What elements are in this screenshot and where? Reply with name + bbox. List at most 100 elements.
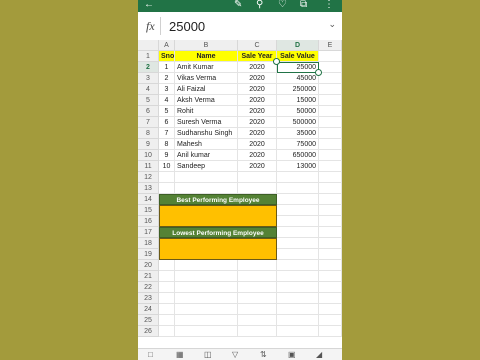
cell[interactable] bbox=[175, 271, 238, 282]
row-header[interactable]: 6 bbox=[138, 106, 159, 117]
table-header-cell[interactable]: Sale Value bbox=[277, 51, 319, 62]
keyboard-icon[interactable]: ▦ bbox=[176, 350, 184, 360]
table-cell[interactable]: Amit Kumar bbox=[175, 62, 238, 73]
filter-icon[interactable]: ▽ bbox=[232, 350, 238, 360]
cell[interactable] bbox=[277, 249, 319, 260]
cell[interactable] bbox=[238, 172, 277, 183]
table-cell[interactable]: 75000 bbox=[277, 139, 319, 150]
cell[interactable] bbox=[159, 293, 175, 304]
cell[interactable] bbox=[319, 293, 342, 304]
more-options-icon[interactable]: ◢ bbox=[316, 350, 322, 360]
table-cell[interactable]: Mahesh bbox=[175, 139, 238, 150]
cell[interactable] bbox=[159, 172, 175, 183]
lowest-performing-result[interactable] bbox=[159, 238, 277, 260]
table-cell[interactable]: Ali Faizal bbox=[175, 84, 238, 95]
column-header[interactable]: A bbox=[159, 40, 175, 51]
table-cell[interactable]: Rohit bbox=[175, 106, 238, 117]
cell[interactable] bbox=[277, 304, 319, 315]
cell[interactable] bbox=[175, 293, 238, 304]
column-header[interactable]: E bbox=[319, 40, 342, 51]
cell[interactable] bbox=[319, 194, 342, 205]
lightbulb-icon[interactable]: ♡ bbox=[278, 0, 287, 12]
table-cell[interactable]: 6 bbox=[159, 117, 175, 128]
cell[interactable] bbox=[277, 205, 319, 216]
cell[interactable] bbox=[277, 216, 319, 227]
cell[interactable] bbox=[319, 238, 342, 249]
table-cell[interactable]: Suresh Verma bbox=[175, 117, 238, 128]
column-header[interactable]: B bbox=[175, 40, 238, 51]
cell[interactable] bbox=[319, 172, 342, 183]
cell[interactable] bbox=[319, 315, 342, 326]
table-cell[interactable]: 2020 bbox=[238, 73, 277, 84]
cell[interactable] bbox=[319, 73, 342, 84]
cell[interactable] bbox=[159, 282, 175, 293]
cell[interactable] bbox=[277, 238, 319, 249]
table-cell[interactable]: 10 bbox=[159, 161, 175, 172]
row-header[interactable]: 3 bbox=[138, 73, 159, 84]
row-header[interactable]: 11 bbox=[138, 161, 159, 172]
table-cell[interactable]: 13000 bbox=[277, 161, 319, 172]
cell[interactable] bbox=[319, 249, 342, 260]
table-cell[interactable]: 50000 bbox=[277, 106, 319, 117]
column-header[interactable]: D bbox=[277, 40, 319, 51]
row-header[interactable]: 4 bbox=[138, 84, 159, 95]
cell[interactable] bbox=[277, 293, 319, 304]
select-all-corner[interactable] bbox=[138, 40, 159, 51]
cell[interactable] bbox=[159, 183, 175, 194]
table-cell[interactable]: 45000 bbox=[277, 73, 319, 84]
table-cell[interactable]: 1 bbox=[159, 62, 175, 73]
cell[interactable] bbox=[159, 271, 175, 282]
cell[interactable] bbox=[238, 304, 277, 315]
cell[interactable] bbox=[319, 326, 342, 337]
cell[interactable] bbox=[159, 260, 175, 271]
row-header[interactable]: 19 bbox=[138, 249, 159, 260]
formula-bar[interactable]: fx 25000 ⌄ bbox=[138, 12, 342, 41]
cell[interactable] bbox=[319, 183, 342, 194]
cell[interactable] bbox=[159, 315, 175, 326]
row-header[interactable]: 1 bbox=[138, 51, 159, 62]
table-cell[interactable]: 650000 bbox=[277, 150, 319, 161]
cell[interactable] bbox=[319, 216, 342, 227]
cell[interactable] bbox=[159, 326, 175, 337]
table-cell[interactable]: 3 bbox=[159, 84, 175, 95]
row-header[interactable]: 15 bbox=[138, 205, 159, 216]
row-header[interactable]: 2 bbox=[138, 62, 159, 73]
cell[interactable] bbox=[319, 51, 342, 62]
cell[interactable] bbox=[319, 84, 342, 95]
table-cell[interactable]: 2020 bbox=[238, 139, 277, 150]
table-cell[interactable]: Sudhanshu Singh bbox=[175, 128, 238, 139]
table-cell[interactable]: 2020 bbox=[238, 117, 277, 128]
table-header-cell[interactable]: Sno bbox=[159, 51, 175, 62]
cell[interactable] bbox=[319, 161, 342, 172]
cell[interactable] bbox=[277, 172, 319, 183]
selection-handle-bottom-right[interactable] bbox=[315, 69, 322, 76]
cell[interactable] bbox=[277, 194, 319, 205]
cell[interactable] bbox=[238, 293, 277, 304]
table-cell[interactable]: 500000 bbox=[277, 117, 319, 128]
checkbox-icon[interactable]: □ bbox=[148, 350, 153, 360]
back-arrow-icon[interactable]: ← bbox=[144, 0, 154, 12]
row-header[interactable]: 17 bbox=[138, 227, 159, 238]
table-cell[interactable]: Sandeep bbox=[175, 161, 238, 172]
cell[interactable] bbox=[238, 183, 277, 194]
best-performing-result[interactable] bbox=[159, 205, 277, 227]
row-header[interactable]: 21 bbox=[138, 271, 159, 282]
table-cell[interactable]: 250000 bbox=[277, 84, 319, 95]
row-header[interactable]: 10 bbox=[138, 150, 159, 161]
table-cell[interactable]: 2020 bbox=[238, 84, 277, 95]
cell[interactable] bbox=[175, 183, 238, 194]
cell[interactable] bbox=[319, 95, 342, 106]
table-cell[interactable]: 2020 bbox=[238, 150, 277, 161]
row-header[interactable]: 18 bbox=[138, 238, 159, 249]
row-header[interactable]: 20 bbox=[138, 260, 159, 271]
cell[interactable] bbox=[159, 304, 175, 315]
cell[interactable] bbox=[319, 139, 342, 150]
table-cell[interactable]: 2020 bbox=[238, 95, 277, 106]
best-performing-label[interactable]: Best Performing Employee bbox=[159, 194, 277, 205]
row-header[interactable]: 26 bbox=[138, 326, 159, 337]
cell[interactable] bbox=[175, 260, 238, 271]
row-header[interactable]: 8 bbox=[138, 128, 159, 139]
cell[interactable] bbox=[319, 227, 342, 238]
cell[interactable] bbox=[319, 150, 342, 161]
cell[interactable] bbox=[277, 183, 319, 194]
